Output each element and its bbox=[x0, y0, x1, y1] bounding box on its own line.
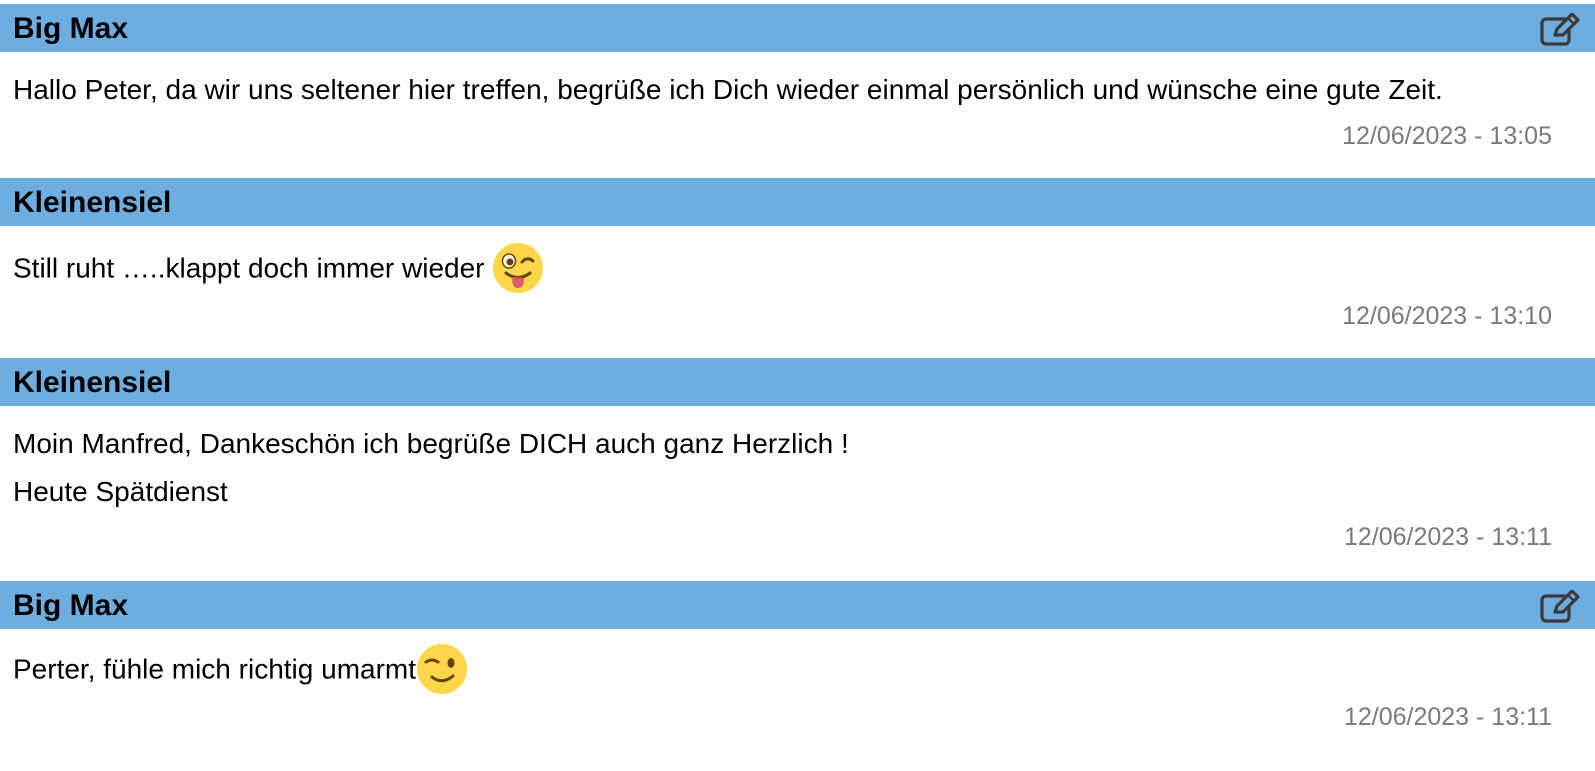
post-text: Heute Spätdienst bbox=[13, 476, 228, 507]
winking-face-icon bbox=[416, 643, 468, 695]
post-timestamp: 12/06/2023 - 13:11 bbox=[1343, 523, 1552, 551]
post-text: Perter, fühle mich richtig umarmt bbox=[13, 653, 417, 685]
post-header: Kleinensiel bbox=[0, 178, 1595, 226]
post-text: Moin Manfred, Dankeschön ich begrüße DIC… bbox=[13, 428, 849, 459]
post-timestamp: 12/06/2023 - 13:05 bbox=[1342, 122, 1552, 150]
post-header: Big Max bbox=[0, 581, 1595, 629]
edit-icon bbox=[1540, 590, 1580, 623]
post-text: Still ruht …..klappt doch immer wieder bbox=[13, 252, 493, 284]
post-timestamp: 12/06/2023 - 13:11 bbox=[1343, 703, 1552, 731]
edit-post-button[interactable] bbox=[1540, 590, 1580, 624]
post-header: Kleinensiel bbox=[0, 358, 1595, 406]
post-author[interactable]: Kleinensiel bbox=[13, 186, 171, 220]
winking-face-with-tongue-icon bbox=[492, 242, 544, 294]
post-text-line: Still ruht …..klappt doch immer wieder bbox=[13, 242, 544, 296]
edit-post-button[interactable] bbox=[1540, 13, 1580, 47]
post-timestamp: 12/06/2023 - 13:10 bbox=[1342, 302, 1552, 330]
post-header: Big Max bbox=[0, 4, 1595, 52]
post-text-line: Perter, fühle mich richtig umarmt bbox=[13, 643, 468, 697]
post-author[interactable]: Big Max bbox=[13, 12, 128, 46]
post-text: Hallo Peter, da wir uns seltener hier tr… bbox=[13, 74, 1443, 105]
post-author[interactable]: Kleinensiel bbox=[13, 366, 171, 400]
post-author[interactable]: Big Max bbox=[13, 589, 128, 623]
edit-icon bbox=[1540, 13, 1580, 46]
